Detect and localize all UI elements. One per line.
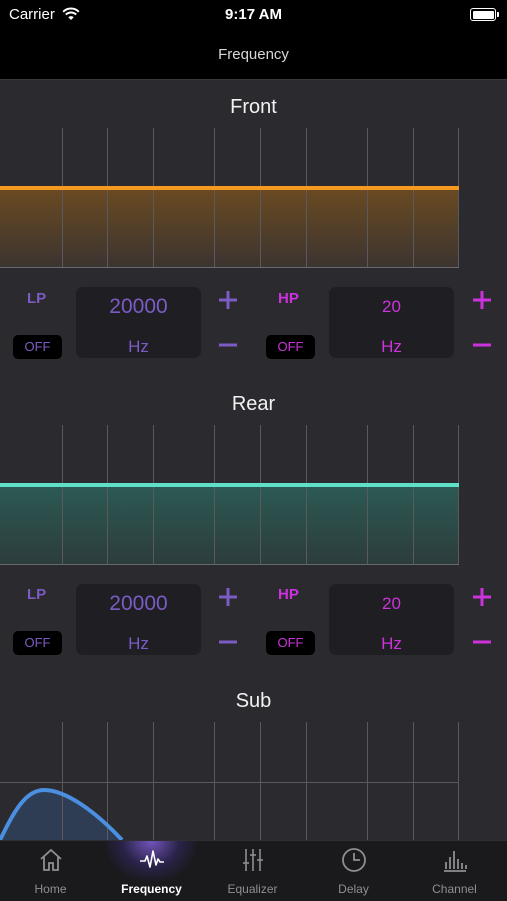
rear-hp-frequency-field[interactable]: 20 Hz xyxy=(329,584,454,655)
tab-delay-label: Delay xyxy=(338,882,369,896)
sliders-icon xyxy=(243,849,263,871)
front-hp-unit: Hz xyxy=(381,337,402,356)
rear-lp-frequency-field[interactable]: 20000 Hz xyxy=(76,584,201,655)
rear-hp-label: HP xyxy=(278,586,299,603)
section-title-front: Front xyxy=(230,96,277,118)
rear-hp-off-toggle[interactable]: OFF xyxy=(266,631,315,655)
tab-channel[interactable]: Channel xyxy=(404,841,505,901)
front-lp-plus-button[interactable] xyxy=(216,288,240,312)
front-lp-frequency-field[interactable]: 20000 Hz xyxy=(76,287,201,358)
rear-hp-value: 20 xyxy=(382,594,401,613)
tab-bar: Home Frequency Equalizer Delay Channel xyxy=(0,840,507,901)
front-hp-minus-button[interactable] xyxy=(470,333,494,357)
front-hp-off-toggle[interactable]: OFF xyxy=(266,335,315,359)
rear-hp-unit: Hz xyxy=(381,634,402,653)
front-lp-minus-button[interactable] xyxy=(216,333,240,357)
status-bar: Carrier 9:17 AM xyxy=(0,0,507,30)
front-hp-plus-button[interactable] xyxy=(470,288,494,312)
front-hp-frequency-field[interactable]: 20 Hz xyxy=(329,287,454,358)
home-icon xyxy=(40,848,62,871)
front-frequency-graph[interactable] xyxy=(0,128,459,268)
clock-time: 9:17 AM xyxy=(225,6,282,23)
rear-hp-minus-button[interactable] xyxy=(470,630,494,654)
rear-lp-value: 20000 xyxy=(109,592,168,615)
tab-delay[interactable]: Delay xyxy=(303,841,404,901)
navigation-bar: Frequency xyxy=(0,30,507,80)
tab-equalizer[interactable]: Equalizer xyxy=(202,841,303,901)
clock-icon xyxy=(342,848,366,872)
rear-lp-label: LP xyxy=(27,586,47,603)
front-hp-label: HP xyxy=(278,290,299,307)
bars-icon xyxy=(444,851,467,872)
rear-lp-off-toggle[interactable]: OFF xyxy=(13,631,62,655)
battery-icon xyxy=(470,8,499,21)
front-hp-value: 20 xyxy=(382,297,401,316)
front-lp-label: LP xyxy=(27,290,47,307)
section-title-rear: Rear xyxy=(231,393,276,415)
tab-home-label: Home xyxy=(34,882,67,896)
rear-lp-plus-button[interactable] xyxy=(216,585,240,609)
front-lp-value: 20000 xyxy=(109,295,168,318)
rear-frequency-graph[interactable] xyxy=(0,425,459,565)
tab-equalizer-label: Equalizer xyxy=(227,882,278,896)
section-title-sub: Sub xyxy=(235,690,272,712)
page-title: Frequency xyxy=(218,46,289,63)
rear-lp-minus-button[interactable] xyxy=(216,630,240,654)
waveform-icon xyxy=(140,850,164,868)
front-lp-unit: Hz xyxy=(128,337,149,356)
tab-frequency-label: Frequency xyxy=(121,882,182,896)
tab-home[interactable]: Home xyxy=(0,841,101,901)
front-lp-off-toggle[interactable]: OFF xyxy=(13,335,62,359)
tab-channel-label: Channel xyxy=(432,882,477,896)
tab-frequency[interactable]: Frequency xyxy=(101,841,202,901)
sub-frequency-graph[interactable] xyxy=(0,722,459,840)
rear-hp-plus-button[interactable] xyxy=(470,585,494,609)
rear-lp-unit: Hz xyxy=(128,634,149,653)
